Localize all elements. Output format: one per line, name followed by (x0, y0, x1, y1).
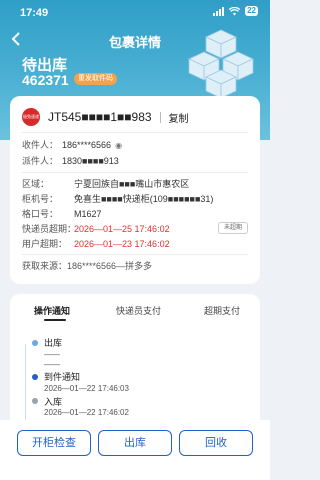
sender-phone: 1830■■■■913 (62, 156, 119, 166)
timeline-dot (32, 374, 38, 380)
tab-overdue-payment[interactable]: 超期支付 (204, 304, 240, 317)
timeline-dot (32, 340, 38, 346)
courier-overdue-row: 快递员超期： 2026—01—25 17:46:02 未超期 (22, 222, 248, 236)
slot-value: M1627 (74, 209, 102, 219)
tab-bar: 操作通知 快递员支付 超期支付 (10, 304, 260, 324)
courier-logo: 极兔速递 (22, 108, 40, 126)
region-label: 区域： (22, 179, 50, 189)
timeline-line (25, 344, 26, 424)
divider (22, 254, 248, 255)
sender-row: 派件人： 1830■■■■913 (22, 154, 248, 168)
sender-label: 派件人： (22, 156, 59, 166)
source-row: 获取来源：186****6566—拼多多 (22, 259, 248, 273)
overdue-status-badge: 未超期 (217, 222, 248, 234)
courier-overdue-value: 2026—01—25 17:46:02 (74, 224, 170, 234)
recipient-label: 收件人： (22, 140, 59, 150)
tab-notifications[interactable]: 操作通知 (34, 304, 70, 317)
divider (22, 172, 248, 173)
timeline-time: 2026—01—22 17:46:03 (44, 384, 129, 393)
tab-courier-payment[interactable]: 快递员支付 (116, 304, 161, 317)
checkout-button[interactable]: 出库 (98, 430, 172, 456)
wifi-icon (229, 6, 241, 15)
timeline-title: 到件通知 (44, 372, 81, 382)
pickup-code: 462371 (22, 72, 69, 88)
region-value: 宁夏回族自■■■嘴山市惠农区 (74, 179, 190, 189)
battery-level: 22 (245, 6, 258, 16)
cabinet-row: 柜机号： 免喜生■■■■快递柜(109■■■■■■31) (22, 192, 248, 206)
divider (22, 132, 248, 133)
user-overdue-label: 用户超期： (22, 239, 68, 249)
cabinet-value: 免喜生■■■■快递柜(109■■■■■■31) (74, 194, 214, 204)
resend-code-button[interactable]: 重发取件码 (74, 73, 117, 85)
timeline-detail: —— (44, 350, 60, 359)
recipient-phone-text: 186****6566 (62, 140, 112, 150)
source-text: 获取来源：186****6566—拼多多 (22, 261, 153, 271)
timeline-detail: —— (44, 360, 60, 369)
battery-icon: 22 (245, 6, 258, 16)
cabinet-label: 柜机号： (22, 194, 59, 204)
user-overdue-row: 用户超期： 2026—01—23 17:46:02 (22, 237, 248, 251)
signal-icon (213, 6, 225, 16)
timeline-time: 2026—01—22 17:46:02 (44, 408, 129, 417)
active-tab-indicator (44, 319, 66, 321)
status-bar: 17:49 22 (0, 0, 270, 24)
courier-overdue-label: 快递员超期： (22, 224, 77, 234)
divider (159, 111, 161, 123)
recipient-phone: 186****6566 ◉ (62, 138, 122, 153)
boxes-illustration (188, 29, 254, 99)
courier-row: 极兔速递 JT545■■■■1■■983 复制 (22, 108, 189, 126)
status-indicators: 22 (213, 6, 258, 16)
package-info-card: 极兔速递 JT545■■■■1■■983 复制 收件人： 186****6566… (10, 96, 260, 284)
timeline-dot (32, 398, 38, 404)
eye-icon[interactable]: ◉ (115, 139, 122, 153)
copy-button[interactable]: 复制 (169, 110, 189, 125)
recycle-button[interactable]: 回收 (179, 430, 253, 456)
tracking-number: JT545■■■■1■■983 (48, 110, 152, 124)
clock: 17:49 (20, 7, 49, 19)
user-overdue-value: 2026—01—23 17:46:02 (74, 239, 170, 249)
recipient-row: 收件人： 186****6566 ◉ (22, 138, 248, 152)
open-cabinet-button[interactable]: 开柜检查 (17, 430, 91, 456)
slot-row: 格口号： M1627 (22, 207, 248, 221)
region-row: 区域： 宁夏回族自■■■嘴山市惠农区 (22, 177, 248, 191)
timeline-title: 出库 (44, 338, 63, 348)
timeline-title: 入库 (44, 397, 63, 407)
slot-label: 格口号： (22, 209, 59, 219)
